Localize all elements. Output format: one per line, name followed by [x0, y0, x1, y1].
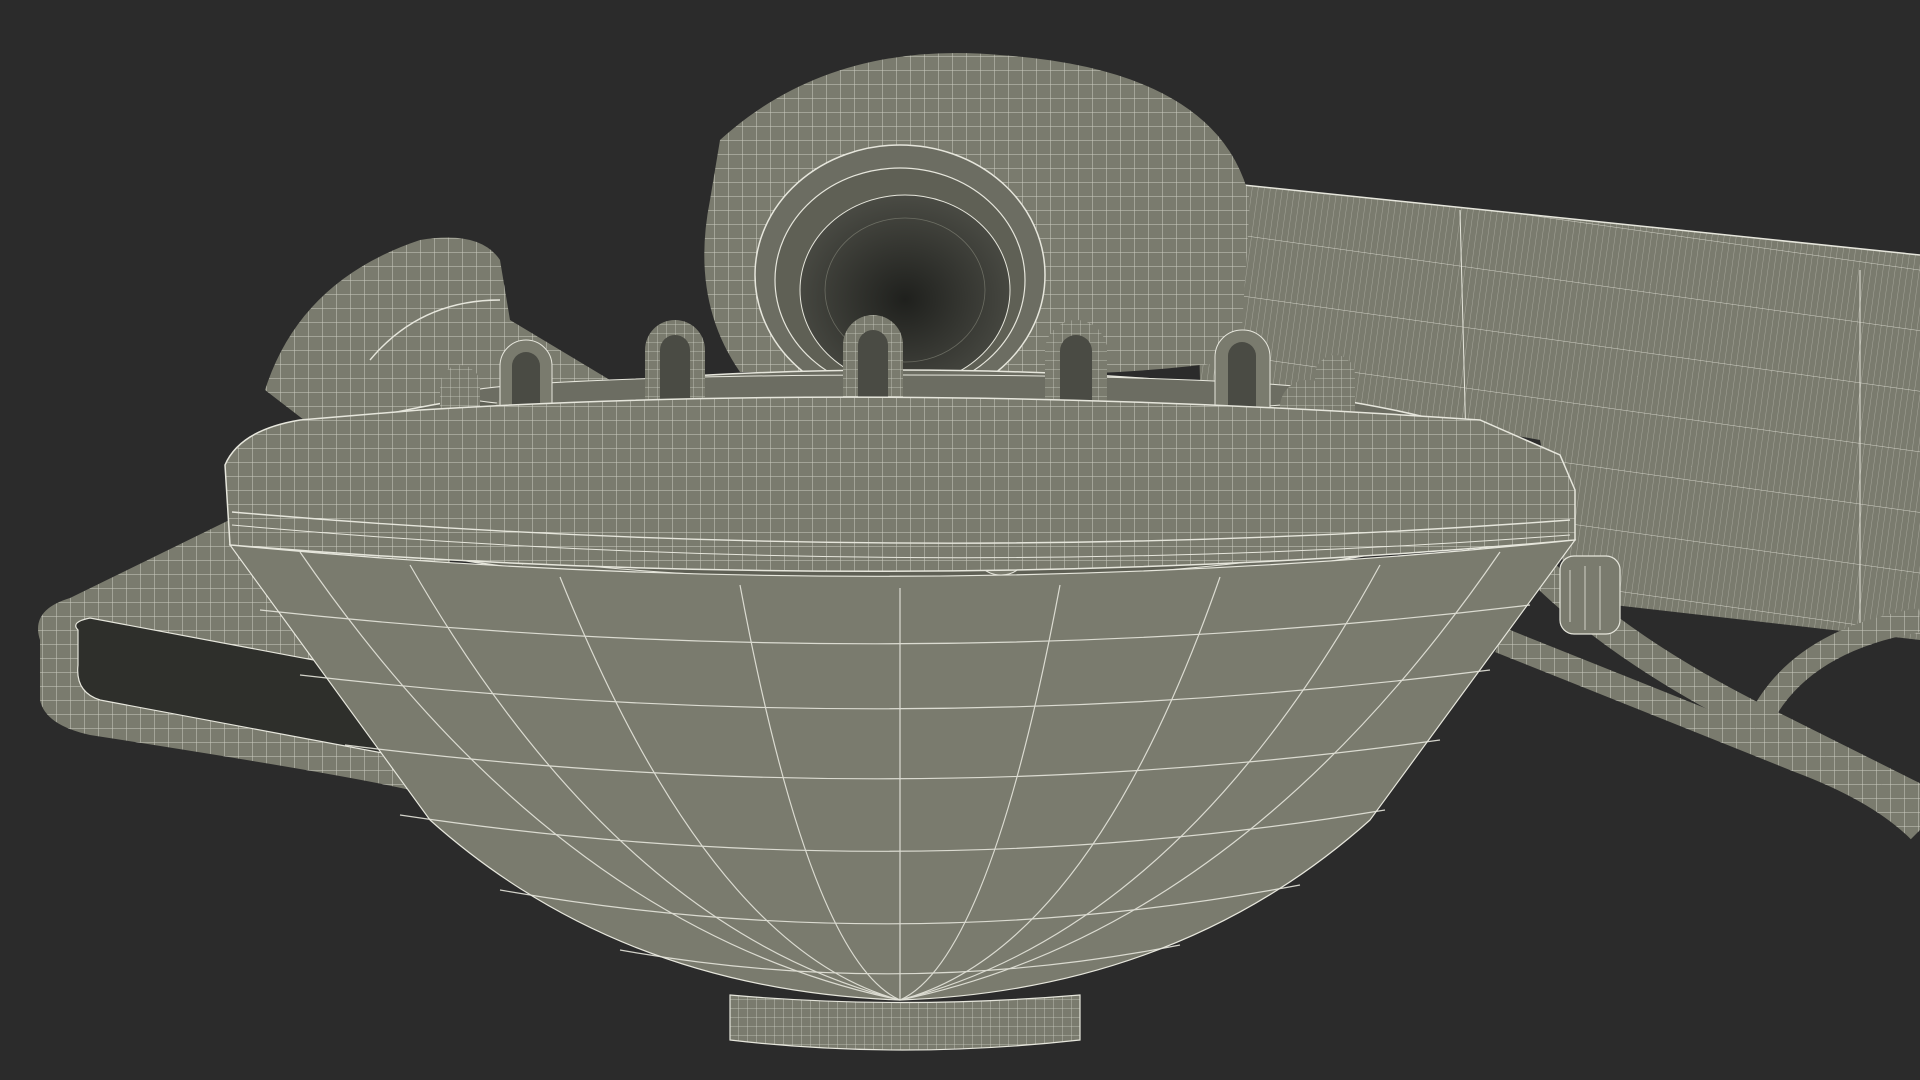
3d-viewport[interactable] — [0, 0, 1920, 1080]
diffuser-attachment[interactable] — [224, 315, 1577, 1051]
wireframe-render — [38, 53, 1920, 1051]
hair-dryer-body[interactable] — [704, 53, 1250, 406]
